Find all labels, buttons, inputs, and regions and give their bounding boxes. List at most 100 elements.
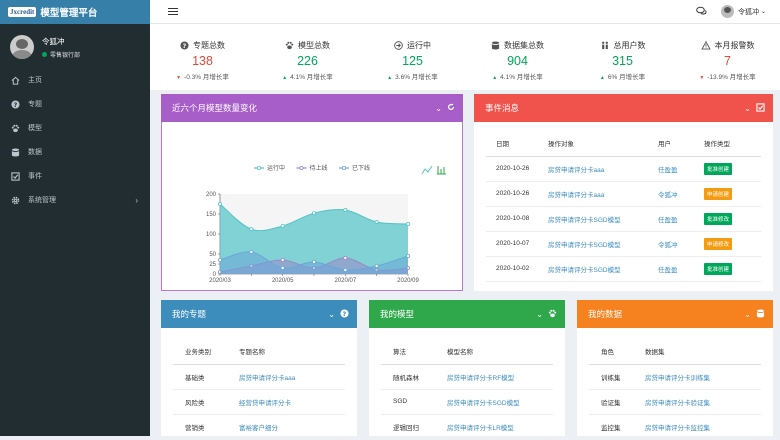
row-name-link[interactable]: 房贷申请评分卡监控集: [645, 425, 710, 432]
stat-value: 7: [724, 54, 731, 68]
collapse-icon[interactable]: ⌄: [536, 310, 543, 319]
stat-label: 总用户数: [570, 40, 675, 51]
event-type-badge: 批准修改: [704, 212, 733, 225]
event-user-link[interactable]: 令狐冲: [658, 242, 678, 249]
row-name-link[interactable]: 房贷申请评分卡训练集: [645, 375, 710, 382]
event-user-link[interactable]: 任盈盈: [658, 167, 678, 174]
line-chart-toggle-icon: [421, 165, 433, 175]
stat-change-text: -0.3% 月增长率: [184, 74, 229, 81]
event-object-link[interactable]: 房贷申请评分卡SGD模型: [548, 242, 621, 249]
x-tick-label: 2020/07: [334, 278, 356, 284]
sidebar-item-data[interactable]: 数据: [0, 140, 150, 164]
data-point: [374, 220, 379, 225]
sidebar-item-label: 专题: [28, 101, 42, 108]
stat-value: 904: [507, 54, 528, 68]
menu-toggle-icon[interactable]: [168, 7, 178, 16]
sidebar-item-topics[interactable]: ? 专题: [0, 92, 150, 116]
stat-change: ▲ 3.6% 月增长率: [360, 71, 465, 81]
row-category: 逻辑回归: [381, 414, 447, 440]
check-square-icon: [10, 171, 20, 181]
stat-card: ? 专题总数 138 ▼ -0.3% 月增长率: [150, 24, 255, 90]
event-object-link[interactable]: 房贷申请评分卡aaa: [548, 192, 604, 199]
sidebar-item-events[interactable]: 事件: [0, 164, 150, 188]
stat-change-text: 4.1% 月增长率: [290, 74, 333, 81]
table-row: 随机森林 房贷申请评分卡RF模型: [381, 364, 553, 390]
row-name-link[interactable]: 房贷申请评分卡SGD模型: [447, 400, 520, 407]
event-user-link[interactable]: 令狐冲: [658, 192, 678, 199]
refresh-icon[interactable]: [447, 103, 455, 113]
brand-header[interactable]: Jxcredit 模型管理平台: [0, 0, 150, 24]
models-table: 算法 模型名称 随机森林 房贷申请评分卡RF模型 SGD 房贷申请评分卡SGD模型 逻辑…: [381, 338, 553, 440]
stat-change-text: 4.1% 月增长率: [500, 74, 543, 81]
column-header: 模型名称: [447, 338, 553, 365]
database-icon[interactable]: [756, 308, 765, 320]
messages-icon[interactable]: [696, 6, 707, 18]
chart-panel: 近六个月模型数量变化 ⌄ 运行中 待上线 已下线 0 25 50 100 150 200 2020…: [161, 94, 463, 291]
avatar: [10, 35, 34, 59]
event-object-link[interactable]: 房贷申请评分卡SGD模型: [548, 217, 621, 224]
collapse-icon[interactable]: ⌄: [744, 310, 751, 319]
stats-bar: ? 专题总数 138 ▼ -0.3% 月增长率 模型总数 226 ▲ 4.1% 月增长率 运行中 1…: [150, 24, 780, 90]
event-type-badge: 批准创建: [704, 262, 733, 275]
stat-value: 226: [297, 54, 318, 68]
row-name-link[interactable]: 房贷申请评分卡aaa: [239, 375, 295, 382]
collapse-icon[interactable]: ⌄: [744, 104, 751, 113]
data-point: [218, 202, 223, 207]
sidebar-item-system[interactable]: 系统管理 ›: [0, 188, 150, 212]
sidebar-item-label: 模型: [28, 125, 42, 132]
legend-label: 运行中: [267, 164, 285, 172]
collapse-icon[interactable]: ⌄: [435, 104, 442, 113]
column-header: 专题名称: [239, 338, 345, 365]
chart-panel-title: 近六个月模型数量变化: [172, 103, 258, 113]
question-circle-icon[interactable]: ?: [340, 308, 349, 320]
user-menu[interactable]: 令狐冲 ⌄: [720, 5, 766, 18]
column-header: 数据集: [645, 338, 761, 365]
row-category: 训练集: [589, 364, 645, 390]
table-row: 2020-10-26 房贷申请评分卡aaa 任盈盈 批准创建: [486, 156, 761, 182]
table-row: 营销类 富裕客户细分: [173, 414, 345, 440]
collapse-icon[interactable]: ⌄: [328, 310, 335, 319]
event-object-link[interactable]: 房贷申请评分卡aaa: [548, 167, 604, 174]
event-date: 2020-10-26: [486, 156, 548, 182]
column-header: 角色: [589, 338, 645, 365]
warning-icon: [700, 41, 711, 50]
sidebar-item-home[interactable]: 主页: [0, 68, 150, 92]
data-panel-title: 我的数据: [588, 309, 623, 319]
stat-label-text: 运行中: [407, 41, 431, 50]
table-row: 2020-10-02 房贷申请评分卡SGD模型 任盈盈 批准创建: [486, 256, 761, 282]
stat-change-text: -13.9% 月增长率: [707, 74, 756, 81]
sidebar-item-models[interactable]: 模型: [0, 116, 150, 140]
question-circle-icon: ?: [180, 41, 189, 50]
event-date: 2020-10-26: [486, 181, 548, 207]
paw-icon[interactable]: [548, 309, 557, 320]
caret-up-icon: ▲: [387, 75, 393, 81]
stat-value: 125: [402, 54, 423, 68]
row-name-link[interactable]: 房贷申请评分卡验证集: [645, 400, 710, 407]
check-square-icon[interactable]: [756, 102, 765, 114]
row-name-link[interactable]: 房贷申请评分卡LR模型: [447, 425, 514, 432]
row-name-link[interactable]: 房贷申请评分卡RF模型: [447, 375, 514, 382]
sidebar-item-label: 主页: [28, 77, 42, 84]
legend-marker: [257, 166, 262, 171]
online-status-icon: [42, 51, 47, 57]
events-panel: 事件消息 ⌄ 日期 操作对象 用户 操作类型 2020-10-26 房贷申请评分卡…: [474, 94, 773, 291]
stat-card: 运行中 125 ▲ 3.6% 月增长率: [360, 24, 465, 90]
models-panel: 我的模型 ⌄ 算法 模型名称 随机森林 房贷申请评分卡RF模型 SGD 房贷申请评分卡…: [369, 300, 565, 440]
event-user-link[interactable]: 任盈盈: [658, 267, 678, 274]
column-header: 业务类别: [173, 338, 239, 365]
y-tick-label: 100: [206, 232, 217, 238]
data-panel: 我的数据 ⌄ 角色 数据集 训练集 房贷申请评分卡训练集 验证集 房贷申请评分卡验证集…: [577, 300, 773, 440]
event-user-link[interactable]: 任盈盈: [658, 217, 678, 224]
event-date: 2020-10-08: [486, 206, 548, 232]
event-object-link[interactable]: 房贷申请评分卡SGD模型: [548, 267, 621, 274]
row-name-link[interactable]: 经营贷申请评分卡: [239, 400, 291, 407]
stat-value: 138: [192, 54, 213, 68]
row-name-link[interactable]: 富裕客户细分: [239, 425, 278, 432]
database-icon: [10, 147, 20, 157]
y-tick-label: 150: [206, 212, 217, 218]
stat-value: 315: [612, 54, 633, 68]
column-header: 操作类型: [704, 130, 761, 157]
top-navbar: 令狐冲 ⌄: [150, 0, 780, 24]
stat-label: 运行中: [360, 40, 465, 51]
top-user-name: 令狐冲: [737, 8, 759, 16]
